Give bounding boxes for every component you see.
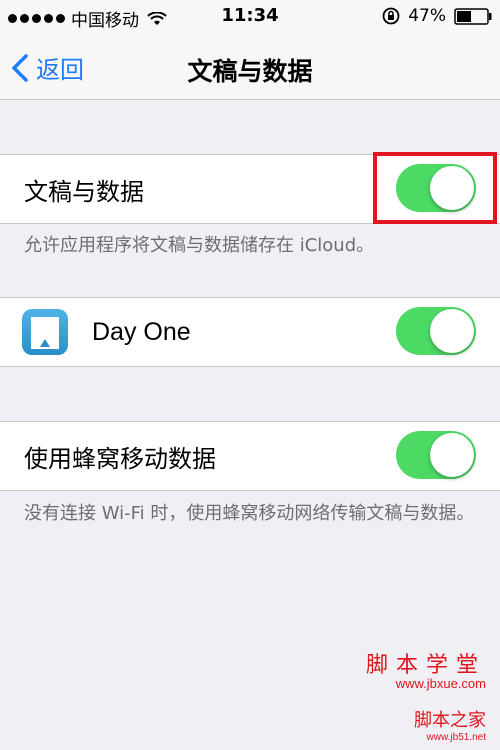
status-right: 47% [382,6,492,26]
battery-icon [454,7,492,25]
cellular-data-group: 使用蜂窝移动数据 [0,421,500,491]
documents-data-footer: 允许应用程序将文稿与数据储存在 iCloud。 [24,235,375,256]
cellular-data-toggle[interactable] [396,431,476,479]
documents-data-label: 文稿与数据 [24,177,144,206]
status-bar: 中国移动 11:34 47% [0,0,500,34]
rotation-lock-icon [382,7,400,25]
cellular-data-footer: 没有连接 Wi-Fi 时，使用蜂窝移动网络传输文稿与数据。 [24,503,475,524]
watermark-line1: 脚本学堂 [365,652,486,677]
cellular-data-label: 使用蜂窝移动数据 [24,444,216,473]
toggle-knob [430,433,474,477]
navigation-bar: 返回 文稿与数据 [0,34,500,100]
app-list-group: Day One [0,297,500,367]
toggle-knob [430,309,474,353]
watermark-line4: www.jb51.net [426,732,486,743]
cellular-data-row: 使用蜂窝移动数据 [0,422,500,490]
day-one-toggle[interactable] [396,307,476,355]
highlight-box [373,152,497,224]
app-name-label: Day One [92,317,191,346]
watermark-line2: www.jbxue.com [395,676,486,691]
page-title: 文稿与数据 [187,57,313,86]
day-one-app-icon [22,309,68,355]
battery-percent: 47% [408,6,446,26]
app-row-day-one: Day One [0,298,500,366]
watermark-line3: 脚本之家 [414,710,486,730]
